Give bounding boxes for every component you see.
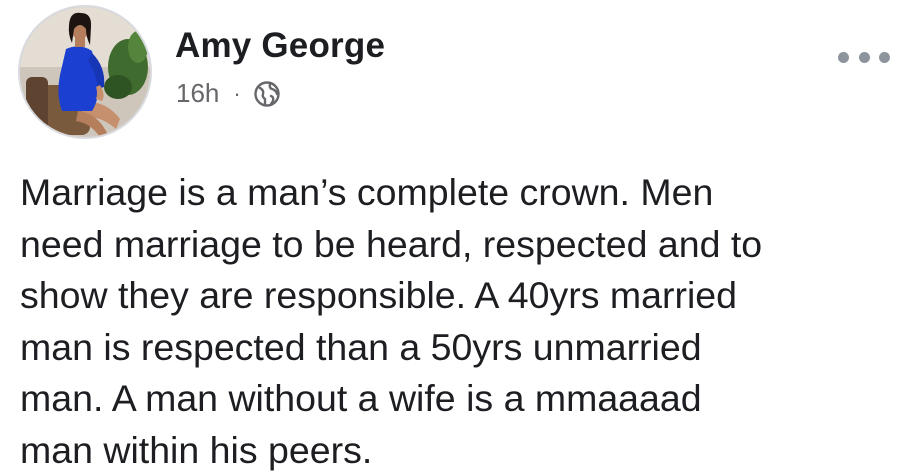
avatar[interactable] (18, 5, 152, 139)
post-text-line: show they are responsible. A 40yrs marri… (20, 274, 738, 316)
post-text: Marriage is a man’s complete crown. Men … (20, 167, 900, 476)
avatar-image (20, 7, 150, 137)
author-name[interactable]: Amy George (175, 26, 385, 66)
more-options-icon (838, 51, 849, 63)
meta-separator: · (233, 80, 241, 106)
post-text-line: man within his peers. (20, 428, 373, 471)
more-options-button[interactable] (838, 46, 890, 68)
post-meta: 16h · (176, 78, 281, 109)
facebook-post: Amy George 16h · Marriage is a man’s com… (0, 0, 922, 476)
more-options-icon-dot (879, 51, 890, 63)
post-text-line: man. A man without a wife is a mmaaaad (20, 377, 702, 419)
post-text-line: need marriage to be heard, respected and… (20, 222, 763, 265)
post-text-line: man is respected than a 50yrs unmarried (20, 325, 702, 368)
more-options-icon-dot (858, 51, 870, 63)
post-timestamp[interactable]: 16h (176, 78, 219, 109)
globe-icon[interactable] (253, 80, 281, 108)
post-text-line: Marriage is a man’s complete crown. Men (20, 171, 714, 213)
